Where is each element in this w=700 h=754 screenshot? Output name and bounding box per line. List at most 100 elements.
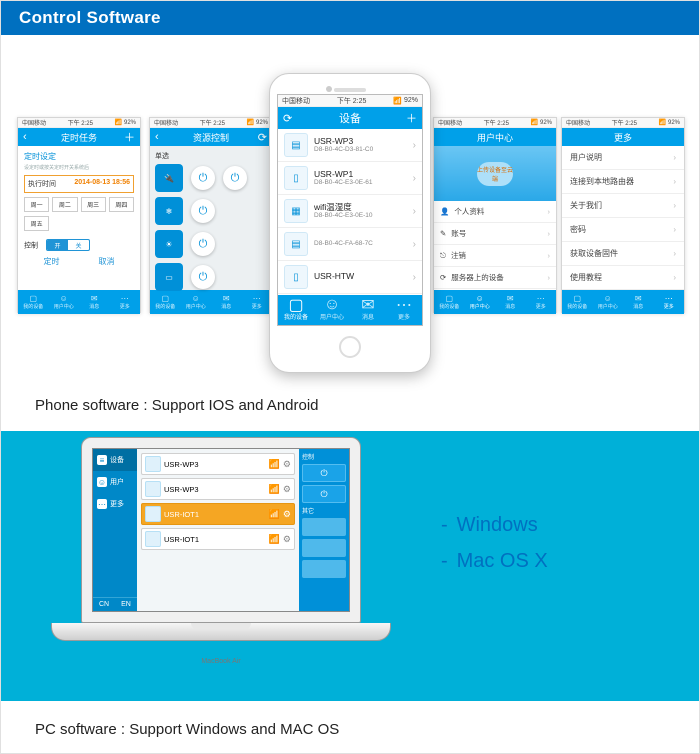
pc-device-row[interactable]: USR-WP3📶⚙ — [141, 453, 295, 475]
power-button[interactable]: ⏻ — [191, 199, 215, 223]
gear-icon[interactable]: ⚙ — [283, 534, 291, 545]
device-list-item[interactable]: ▤D8-B0-4C-FA-68-7C› — [278, 228, 422, 261]
pc-panel-block — [302, 518, 346, 536]
list-item[interactable]: ⟳服务器上的设备› — [434, 267, 556, 289]
power-button[interactable]: ⏻ — [191, 232, 215, 256]
list-item[interactable]: 获取设备固件› — [562, 242, 684, 266]
tab-user[interactable]: ☺用户中心 — [465, 290, 496, 314]
panel-heading: 定时设定 — [24, 151, 134, 162]
tab-messages[interactable]: ✉消息 — [350, 295, 386, 325]
sidebar-item-more[interactable]: ⋯更多 — [93, 493, 137, 515]
laptop-base — [51, 623, 391, 641]
weekday-option[interactable]: 周五 — [24, 216, 49, 231]
wifi-icon: 📶 — [269, 509, 280, 520]
tab-user[interactable]: ☺用户中心 — [593, 290, 624, 314]
tab-user[interactable]: ☺用户中心 — [314, 295, 350, 325]
list-item[interactable]: 密码› — [562, 218, 684, 242]
logout-icon: ⎋ — [440, 251, 446, 261]
chevron-right-icon: › — [673, 249, 676, 258]
front-camera-icon — [326, 86, 332, 92]
device-list-item[interactable]: ▤USR-WP3D8-B0-4C-D3-81-C0› — [278, 129, 422, 162]
gear-icon[interactable]: ⚙ — [283, 484, 291, 495]
home-button[interactable] — [339, 336, 361, 358]
device-list-item[interactable]: ▦wifi温湿度D8-B0-4C-E3-0E-10› — [278, 195, 422, 228]
weekday-option[interactable]: 周四 — [109, 197, 134, 212]
pc-panel-block — [302, 560, 346, 578]
gear-icon[interactable]: ⚙ — [283, 509, 291, 520]
laptop-brand-label: MacBook Air — [201, 658, 240, 665]
list-item[interactable]: 👤个人资料› — [434, 201, 556, 223]
chevron-right-icon: › — [413, 140, 416, 151]
tv-icon[interactable]: ▭ — [155, 263, 183, 291]
list-item[interactable]: 连接到本地路由器› — [562, 170, 684, 194]
tab-devices[interactable]: ▢我的设备 — [278, 295, 314, 325]
power-button[interactable]: ⏻ — [191, 166, 215, 190]
user-icon: ☺ — [97, 477, 107, 487]
gear-icon[interactable]: ⚙ — [283, 459, 291, 470]
section-header: Control Software — [1, 1, 699, 35]
pc-device-row[interactable]: USR-IOT1📶⚙ — [141, 503, 295, 525]
tab-more[interactable]: ⋯更多 — [654, 290, 685, 314]
app-screen-devices: 中国移动下午 2:25📶92% ⟳ 设备 ＋ ▤USR-WP3D8-B0-4C-… — [277, 94, 423, 326]
chevron-right-icon: › — [413, 206, 416, 217]
phone-software-section: 中国移动 下午 2:25 📶92% ‹ 定时任务 ＋ 定时设定 设定时或按关定时… — [1, 35, 699, 375]
power-button[interactable]: ⏻ — [223, 166, 247, 190]
pc-power-button[interactable]: ⏻ — [302, 485, 346, 503]
add-icon[interactable]: ＋ — [401, 107, 422, 129]
list-item[interactable]: 使用教程› — [562, 266, 684, 290]
device-thumb-icon — [145, 506, 161, 522]
back-icon[interactable]: ‹ — [18, 128, 32, 146]
list-item[interactable]: 用户说明› — [562, 146, 684, 170]
weekday-option[interactable]: 周三 — [81, 197, 106, 212]
device-thumb-icon: ▯ — [284, 265, 308, 289]
weekday-option[interactable]: 周二 — [52, 197, 77, 212]
list-item[interactable]: 关于我们› — [562, 194, 684, 218]
footer-timer-button[interactable]: 定时 — [44, 256, 60, 267]
plug-icon[interactable]: 🔌 — [155, 164, 183, 192]
add-icon[interactable]: ＋ — [119, 128, 140, 146]
tab-user[interactable]: ☺用户中心 — [181, 290, 212, 314]
pc-device-row[interactable]: USR-IOT1📶⚙ — [141, 528, 295, 550]
snow-icon[interactable]: ❄ — [155, 197, 183, 225]
tab-more[interactable]: ⋯更多 — [526, 290, 557, 314]
sync-icon: ⟳ — [440, 273, 446, 282]
chevron-right-icon: › — [673, 153, 676, 162]
tab-devices[interactable]: ▢我的设备 — [150, 290, 181, 314]
tab-more[interactable]: ⋯更多 — [110, 290, 141, 314]
lang-en-button[interactable]: EN — [115, 598, 137, 611]
tab-messages[interactable]: ✉消息 — [623, 290, 654, 314]
lang-cn-button[interactable]: CN — [93, 598, 115, 611]
device-thumb-icon: ▤ — [284, 232, 308, 256]
pc-power-button[interactable]: ⏻ — [302, 464, 346, 482]
device-list-item[interactable]: ▯USR-WP1D8-B0-4C-E3-0E-61› — [278, 162, 422, 195]
tab-more[interactable]: ⋯更多 — [242, 290, 273, 314]
app-screen-more: 中国移动下午 2:25📶92% 更多 用户说明› 连接到本地路由器› 关于我们›… — [561, 117, 685, 313]
status-bar: 中国移动 下午 2:25 📶92% — [18, 118, 140, 128]
device-list-item[interactable]: ▯USR-HTW› — [278, 261, 422, 294]
exec-time-field[interactable]: 执行时间 2014-08-13 18:56 — [24, 175, 134, 193]
chevron-right-icon: › — [548, 251, 551, 260]
list-item[interactable]: ⎋注销› — [434, 245, 556, 267]
tab-messages[interactable]: ✉消息 — [211, 290, 242, 314]
back-icon[interactable]: ‹ — [150, 128, 164, 146]
tab-messages[interactable]: ✉消息 — [495, 290, 526, 314]
pc-device-row[interactable]: USR-WP3📶⚙ — [141, 478, 295, 500]
tab-devices[interactable]: ▢我的设备 — [18, 290, 49, 314]
list-item[interactable]: ✎账号› — [434, 223, 556, 245]
tab-devices[interactable]: ▢我的设备 — [562, 290, 593, 314]
tab-more[interactable]: ⋯更多 — [386, 295, 422, 325]
chevron-right-icon: › — [548, 229, 551, 238]
footer-cancel-button[interactable]: 取消 — [99, 256, 115, 267]
cloud-icon: 上传设备至云端 — [477, 162, 513, 186]
sun-icon[interactable]: ☀ — [155, 230, 183, 258]
weekday-option[interactable]: 周一 — [24, 197, 49, 212]
sidebar-item-devices[interactable]: ≡设备 — [93, 449, 137, 471]
on-off-toggle[interactable]: 开 关 — [46, 239, 90, 251]
pc-sidebar: ≡设备 ☺用户 ⋯更多 CN EN — [93, 449, 137, 611]
sidebar-item-user[interactable]: ☺用户 — [93, 471, 137, 493]
refresh-icon[interactable]: ⟳ — [278, 107, 297, 129]
tab-user[interactable]: ☺用户中心 — [49, 290, 80, 314]
power-button[interactable]: ⏻ — [191, 265, 215, 289]
tab-messages[interactable]: ✉消息 — [79, 290, 110, 314]
tab-devices[interactable]: ▢我的设备 — [434, 290, 465, 314]
